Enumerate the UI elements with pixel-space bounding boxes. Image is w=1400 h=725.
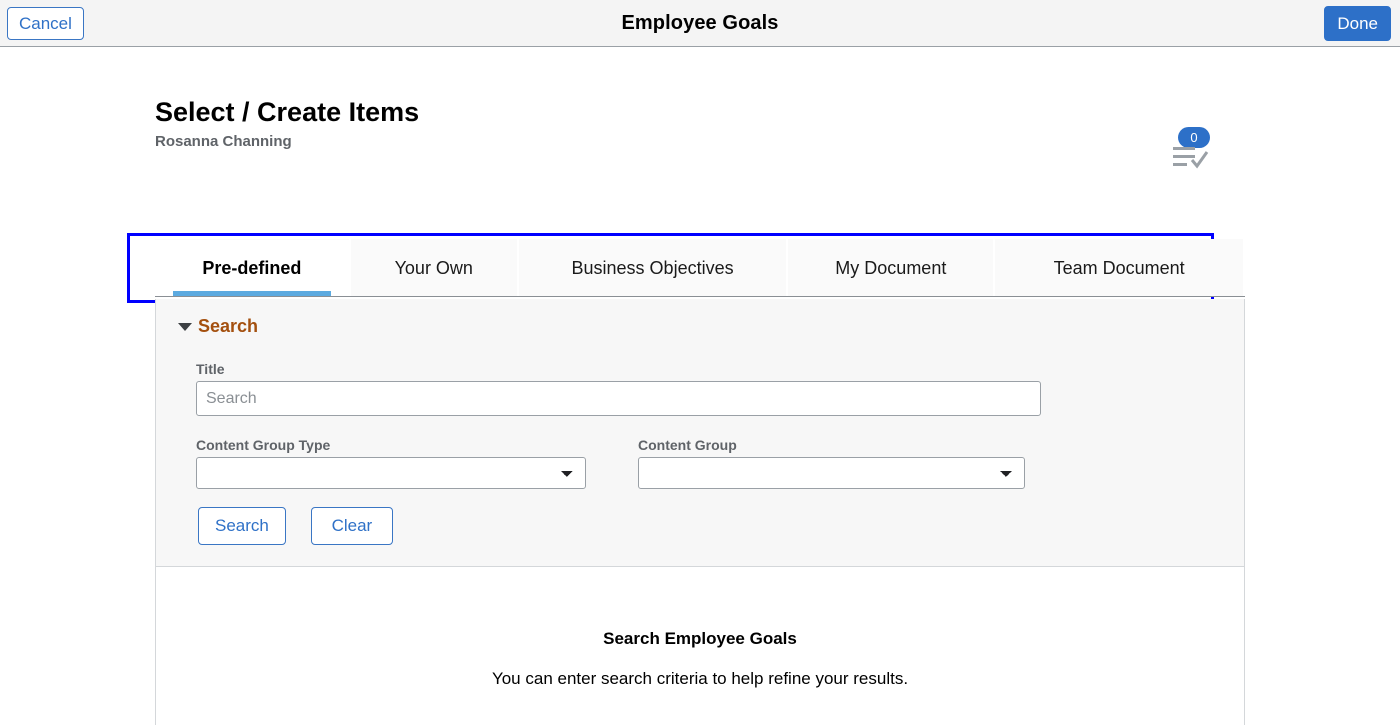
tab-pre-defined[interactable]: Pre-defined: [155, 239, 349, 297]
tab-strip-baseline: [155, 296, 1245, 297]
search-panel: Search Title Content Group Type Content …: [155, 299, 1245, 567]
done-button[interactable]: Done: [1324, 6, 1391, 41]
results-panel: Search Employee Goals You can enter sear…: [155, 567, 1245, 725]
search-button[interactable]: Search: [198, 507, 286, 545]
content-group-type-label: Content Group Type: [196, 437, 586, 453]
page-title-header: Employee Goals: [0, 12, 1400, 35]
chevron-down-icon: [178, 323, 192, 331]
tab-label: My Document: [835, 258, 946, 279]
tab-team-document[interactable]: Team Document: [995, 239, 1243, 297]
search-actions: Search Clear: [198, 507, 393, 545]
search-section-toggle[interactable]: Search: [178, 316, 258, 337]
tab-label: Team Document: [1054, 258, 1185, 279]
tab-label: Pre-defined: [202, 258, 301, 279]
employee-name: Rosanna Channing: [155, 133, 419, 151]
app-header: Cancel Employee Goals Done: [0, 0, 1400, 47]
page-title: Select / Create Items: [155, 95, 419, 129]
tab-your-own[interactable]: Your Own: [351, 239, 517, 297]
tab-business-objectives[interactable]: Business Objectives: [519, 239, 787, 297]
tab-my-document[interactable]: My Document: [788, 239, 993, 297]
content-group-field-group: Content Group: [638, 437, 1025, 489]
tab-label: Your Own: [395, 258, 473, 279]
selected-items-checklist-button[interactable]: 0: [1168, 127, 1224, 177]
content-group-type-select[interactable]: [196, 457, 586, 489]
clear-button[interactable]: Clear: [311, 507, 393, 545]
title-field-group: Title: [196, 361, 1041, 416]
tab-strip: Pre-defined Your Own Business Objectives…: [155, 239, 1245, 297]
results-title: Search Employee Goals: [156, 629, 1244, 649]
search-section-label: Search: [198, 316, 258, 337]
title-search-input[interactable]: [196, 381, 1041, 416]
content-group-label: Content Group: [638, 437, 1025, 453]
checklist-icon: [1173, 145, 1217, 178]
content-group-type-field-group: Content Group Type: [196, 437, 586, 489]
tab-label: Business Objectives: [572, 258, 734, 279]
page-heading: Select / Create Items Rosanna Channing: [155, 95, 419, 151]
content-group-select[interactable]: [638, 457, 1025, 489]
title-label: Title: [196, 361, 1041, 377]
results-message: You can enter search criteria to help re…: [156, 669, 1244, 689]
